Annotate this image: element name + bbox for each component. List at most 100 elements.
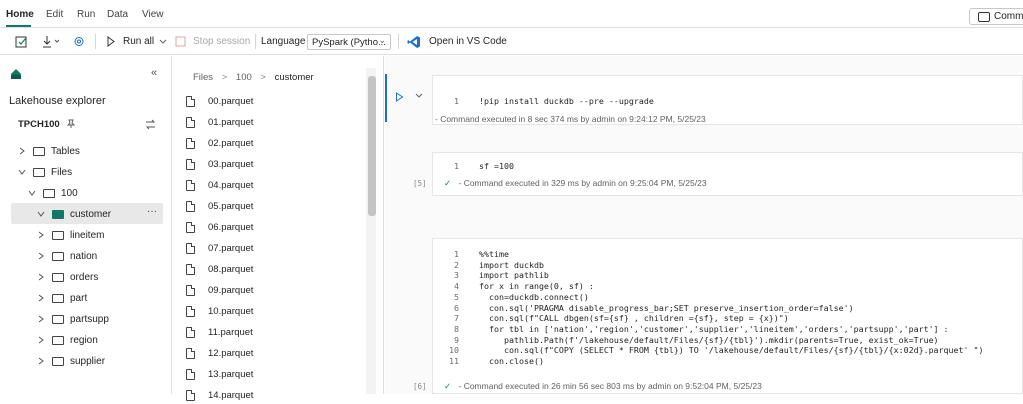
run-cell-icon[interactable] xyxy=(395,92,404,102)
play-icon xyxy=(107,36,115,47)
line-number: 9 xyxy=(454,334,459,345)
file-row[interactable]: 00.parquet xyxy=(186,92,253,110)
code-line[interactable]: %%time xyxy=(479,249,509,260)
file-row[interactable]: 12.parquet xyxy=(186,344,253,362)
tree-item-partsupp[interactable]: partsupp xyxy=(37,309,109,329)
code-line[interactable]: for tbl in ['nation','region','customer'… xyxy=(479,324,949,335)
tree-item-lineitem[interactable]: lineitem xyxy=(37,225,104,245)
menu-data[interactable]: Data xyxy=(107,9,128,20)
file-row[interactable]: 09.parquet xyxy=(186,281,253,299)
code-line[interactable]: import pathlib xyxy=(479,270,549,281)
download-icon[interactable] xyxy=(41,33,61,50)
language-select[interactable]: PySpark (Pytho... ⌄ xyxy=(307,34,391,50)
file-icon xyxy=(186,221,195,233)
tree-item-supplier[interactable]: supplier xyxy=(37,351,105,371)
file-row[interactable]: 02.parquet xyxy=(186,134,253,152)
tree-item-nation[interactable]: nation xyxy=(37,246,97,266)
environment-icon[interactable] xyxy=(72,33,86,50)
scrollbar-thumb[interactable] xyxy=(368,76,376,216)
file-row[interactable]: 07.parquet xyxy=(186,239,253,257)
line-number: 11 xyxy=(449,356,459,366)
active-cell-indicator xyxy=(385,74,387,122)
tree-item-customer[interactable]: customer xyxy=(37,204,111,224)
comments-label: Comme xyxy=(994,11,1023,22)
open-vscode-button[interactable]: Open in VS Code xyxy=(407,33,507,50)
file-name: 01.parquet xyxy=(208,116,254,128)
chevron-right-icon xyxy=(38,294,44,302)
line-number: 5 xyxy=(454,291,459,302)
more-options-icon[interactable]: ··· xyxy=(147,206,157,217)
file-row[interactable]: 06.parquet xyxy=(186,218,253,236)
file-name: 10.parquet xyxy=(208,305,254,317)
lakehouse-icon xyxy=(11,69,21,79)
chevron-down-icon[interactable] xyxy=(414,92,424,100)
file-name: 11.parquet xyxy=(208,326,253,338)
file-row[interactable]: 03.parquet xyxy=(186,155,253,173)
code-line[interactable]: !pip install duckdb --pre --upgrade xyxy=(479,96,654,107)
tree-item-files[interactable]: Files xyxy=(18,162,72,182)
file-row[interactable]: 11.parquet xyxy=(186,323,253,341)
toolbar-divider xyxy=(95,34,96,49)
line-number: 10 xyxy=(449,345,459,356)
breadcrumb-files[interactable]: Files xyxy=(193,72,213,83)
notebook-settings-icon[interactable] xyxy=(15,33,28,50)
breadcrumb-100[interactable]: 100 xyxy=(236,72,252,83)
collapse-pane-icon[interactable]: « xyxy=(151,67,157,79)
tree-label: part xyxy=(70,292,88,304)
menu-edit[interactable]: Edit xyxy=(46,9,63,20)
file-row[interactable]: 01.parquet xyxy=(186,113,253,131)
file-row[interactable]: 04.parquet xyxy=(186,176,253,194)
lakehouse-name[interactable]: TPCH100 xyxy=(18,119,76,130)
folder-icon xyxy=(52,314,64,324)
stop-session-button[interactable]: Stop session xyxy=(175,33,250,50)
tree-item-part[interactable]: part xyxy=(37,288,87,308)
menu-home[interactable]: Home xyxy=(6,9,34,20)
comments-button[interactable]: Comme xyxy=(969,8,1023,25)
code-cell[interactable]: 1 sf =100 xyxy=(432,152,1023,196)
tree-label: Files xyxy=(51,166,73,178)
code-cell[interactable]: 1 %%time 2 import duckdb 3 import pathlib 4 for… xyxy=(432,238,1023,394)
file-row[interactable]: 10.parquet xyxy=(186,302,253,320)
code-line[interactable]: con.sql(f"COPY (SELECT * FROM {tbl}) TO … xyxy=(479,345,984,356)
file-icon xyxy=(186,95,195,107)
menu-run[interactable]: Run xyxy=(77,9,95,20)
code-line[interactable]: con.sql(f"CALL dbgen(sf={sf} , children … xyxy=(479,313,789,324)
folder-icon xyxy=(52,230,64,240)
code-line[interactable]: sf =100 xyxy=(479,161,514,172)
file-name: 09.parquet xyxy=(208,284,254,296)
chevron-down-icon xyxy=(159,39,167,44)
switch-icon[interactable] xyxy=(145,119,156,130)
code-line[interactable]: pathlib.Path(f'/lakehouse/default/Files/… xyxy=(479,335,939,346)
chevron-right-icon xyxy=(38,336,44,344)
file-name: 02.parquet xyxy=(208,137,254,149)
file-row[interactable]: 13.parquet xyxy=(186,365,253,383)
code-line[interactable]: for x in range(0, sf) : xyxy=(479,281,594,292)
file-name: 07.parquet xyxy=(208,242,254,254)
file-icon xyxy=(186,137,195,149)
tree-item-100[interactable]: 100 xyxy=(28,183,78,203)
menu-view[interactable]: View xyxy=(142,9,164,20)
line-number: 8 xyxy=(454,323,459,334)
file-row[interactable]: 05.parquet xyxy=(186,197,253,215)
code-line[interactable]: con.sql('PRAGMA disable_progress_bar;SET… xyxy=(479,303,854,314)
pin-icon xyxy=(67,120,76,129)
line-number: 2 xyxy=(454,259,459,270)
code-line[interactable]: con.close() xyxy=(479,356,544,367)
cell-status: - Command executed in 8 sec 374 ms by ad… xyxy=(435,114,706,124)
code-line[interactable]: con=duckdb.connect() xyxy=(479,292,589,303)
tree-label: lineitem xyxy=(70,229,105,241)
tree-label: customer xyxy=(70,208,112,220)
breadcrumb-separator-icon: > xyxy=(260,72,266,83)
tree-item-tables[interactable]: Tables xyxy=(18,141,80,161)
tree-item-orders[interactable]: orders xyxy=(37,267,98,287)
code-line[interactable]: import duckdb xyxy=(479,260,544,271)
file-row[interactable]: 08.parquet xyxy=(186,260,253,278)
chevron-down-icon xyxy=(18,169,26,175)
line-number: 4 xyxy=(454,281,459,292)
run-all-button[interactable]: Run all xyxy=(106,33,168,50)
tree-item-region[interactable]: region xyxy=(37,330,98,350)
folder-icon xyxy=(52,335,64,345)
file-row[interactable]: 14.parquet xyxy=(186,386,253,404)
tree-label: orders xyxy=(70,271,99,283)
file-name: 06.parquet xyxy=(208,221,254,233)
